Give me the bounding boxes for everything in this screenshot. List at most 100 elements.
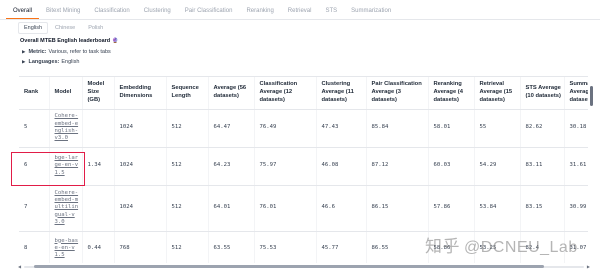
languages-info[interactable]: ▶ Languages: English — [22, 59, 79, 65]
cell-retrieval: 54.29 — [474, 147, 521, 186]
table-header-row: Rank Model Model Size (GB) Embedding Dim… — [19, 77, 588, 110]
watermark-text: @DCNEU_Lab — [464, 239, 578, 256]
vertical-scrollbar-thumb[interactable] — [590, 86, 593, 106]
languages-label: Languages: — [28, 59, 60, 65]
watermark-logo: 知乎 — [425, 237, 460, 256]
cell-model: bge-large-en-v1.5 — [49, 147, 83, 186]
bullet-triangle-icon: ▶ — [22, 59, 26, 64]
cell-rank: 8 — [19, 231, 50, 263]
leaderboard-title: Overall MTEB English leaderboard 🔮 — [20, 38, 118, 44]
cell-classification: 76.49 — [254, 109, 317, 148]
subtab-english[interactable]: English — [18, 22, 49, 34]
cell-summarization: 30.99 — [564, 185, 588, 232]
language-tab-bar: English Chinese Polish — [18, 22, 110, 34]
header-model-size[interactable]: Model Size (GB) — [82, 77, 115, 110]
cell-rank: 6 — [19, 147, 50, 186]
cell-sequence-length: 512 — [166, 185, 209, 232]
header-model[interactable]: Model — [49, 77, 83, 110]
leaderboard-title-text: Overall MTEB English leaderboard — [20, 38, 111, 44]
cell-reranking: 58.01 — [428, 109, 475, 148]
cell-summarization: 30.18 — [564, 109, 588, 148]
header-summarization-average[interactable]: Summarization Average (1 dataset) — [564, 77, 588, 110]
cell-model: Cohere-embed-multilingual-v3.0 — [49, 185, 83, 232]
header-embedding-dimensions[interactable]: Embedding Dimensions — [114, 77, 167, 110]
languages-value: English — [61, 59, 80, 65]
watermark: 知乎 @DCNEU_Lab — [425, 232, 578, 257]
cell-model-size — [82, 185, 115, 232]
cell-sts: 82.62 — [520, 109, 565, 148]
cell-sequence-length: 512 — [166, 231, 209, 263]
cell-classification: 76.01 — [254, 185, 317, 232]
cell-sts: 83.11 — [520, 147, 565, 186]
cell-model: bge-base-en-v1.5 — [49, 231, 83, 263]
cell-model: Cohere-embed-english-v3.0 — [49, 109, 83, 148]
cell-retrieval: 55 — [474, 109, 521, 148]
scroll-right-icon[interactable]: ▶ — [587, 264, 590, 269]
metric-info[interactable]: ▶ Metric: Various, refer to task tabs — [22, 49, 111, 55]
model-link[interactable]: Cohere-embed-english-v3.0 — [55, 113, 79, 141]
cell-rank: 5 — [19, 109, 50, 148]
scroll-left-icon[interactable]: ◀ — [18, 264, 21, 269]
subtab-chinese[interactable]: Chinese — [49, 22, 81, 34]
cell-embedding-dimensions: 1024 — [114, 147, 167, 186]
header-average[interactable]: Average (56 datasets) — [208, 77, 255, 110]
tab-retrieval[interactable]: Retrieval — [281, 8, 319, 19]
tab-pair-classification[interactable]: Pair Classification — [178, 8, 240, 19]
model-link[interactable]: bge-base-en-v1.5 — [55, 238, 79, 259]
cell-embedding-dimensions: 1024 — [114, 109, 167, 148]
cell-classification: 75.97 — [254, 147, 317, 186]
cell-reranking: 60.03 — [428, 147, 475, 186]
cell-clustering: 47.43 — [316, 109, 367, 148]
cell-clustering: 46.6 — [316, 185, 367, 232]
cell-clustering: 45.77 — [316, 231, 367, 263]
cell-average: 64.23 — [208, 147, 255, 186]
cell-sequence-length: 512 — [166, 109, 209, 148]
tab-clustering[interactable]: Clustering — [137, 8, 178, 19]
cell-model-size — [82, 109, 115, 148]
horizontal-scrollbar[interactable]: ◀ ▶ — [18, 264, 590, 269]
header-rank[interactable]: Rank — [19, 77, 50, 110]
cell-sequence-length: 512 — [166, 147, 209, 186]
tab-summarization[interactable]: Summarization — [344, 8, 398, 19]
model-link[interactable]: Cohere-embed-multilingual-v3.0 — [55, 190, 79, 225]
vertical-scrollbar[interactable] — [589, 76, 595, 262]
header-sts-average[interactable]: STS Average (10 datasets) — [520, 77, 565, 110]
header-pair-classification-average[interactable]: Pair Classification Average (3 datasets) — [366, 77, 429, 110]
cell-rank: 7 — [19, 185, 50, 232]
header-retrieval-average[interactable]: Retrieval Average (15 datasets) — [474, 77, 521, 110]
tab-classification[interactable]: Classification — [87, 8, 136, 19]
header-clustering-average[interactable]: Clustering Average (11 datasets) — [316, 77, 367, 110]
tab-bitext-mining[interactable]: Bitext Mining — [39, 8, 87, 19]
cell-average: 64.47 — [208, 109, 255, 148]
cell-pair-classification: 86.15 — [366, 185, 429, 232]
table-row: 7 Cohere-embed-multilingual-v3.0 1024 51… — [19, 185, 588, 232]
cell-clustering: 46.08 — [316, 147, 367, 186]
cell-average: 64.01 — [208, 185, 255, 232]
table-row: 6 bge-large-en-v1.5 1.34 1024 512 64.23 … — [19, 147, 588, 186]
tab-reranking[interactable]: Reranking — [239, 8, 280, 19]
cell-sts: 83.15 — [520, 185, 565, 232]
cell-pair-classification: 87.12 — [366, 147, 429, 186]
cell-retrieval: 53.84 — [474, 185, 521, 232]
metric-value: Various, refer to task tabs — [48, 49, 111, 55]
cell-summarization: 31.61 — [564, 147, 588, 186]
cell-model-size: 1.34 — [82, 147, 115, 186]
model-link[interactable]: bge-large-en-v1.5 — [55, 155, 79, 176]
bullet-triangle-icon: ▶ — [22, 49, 26, 54]
table-row: 5 Cohere-embed-english-v3.0 1024 512 64.… — [19, 109, 588, 148]
header-reranking-average[interactable]: Reranking Average (4 datasets) — [428, 77, 475, 110]
header-sequence-length[interactable]: Sequence Length — [166, 77, 209, 110]
horizontal-scrollbar-thumb[interactable] — [34, 265, 544, 268]
cell-model-size: 0.44 — [82, 231, 115, 263]
cell-pair-classification: 86.55 — [366, 231, 429, 263]
subtab-polish[interactable]: Polish — [82, 22, 109, 34]
tab-sts[interactable]: STS — [318, 8, 344, 19]
header-classification-average[interactable]: Classification Average (12 datasets) — [254, 77, 317, 110]
main-tab-bar: Overall Bitext Mining Classification Clu… — [0, 0, 600, 20]
cell-embedding-dimensions: 768 — [114, 231, 167, 263]
crystal-ball-icon: 🔮 — [112, 38, 119, 44]
cell-average: 63.55 — [208, 231, 255, 263]
metric-label: Metric: — [28, 49, 47, 55]
cell-embedding-dimensions: 1024 — [114, 185, 167, 232]
tab-overall[interactable]: Overall — [6, 8, 40, 19]
